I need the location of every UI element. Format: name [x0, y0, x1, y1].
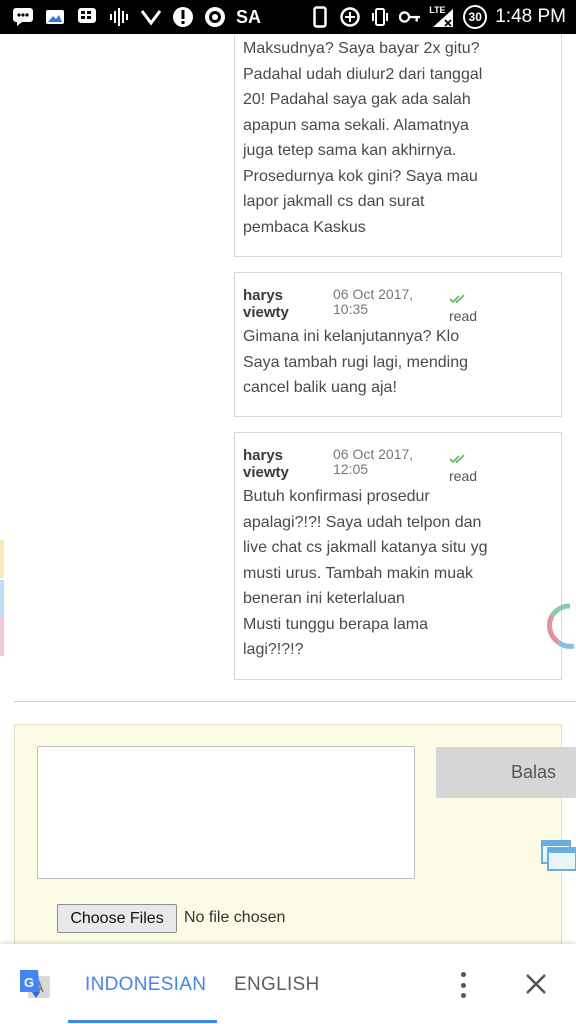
- message-line: apalagi?!?! Saya udah telpon dan: [243, 513, 482, 531]
- clock: 1:48 PM: [495, 6, 566, 27]
- data-saver-icon: [339, 6, 361, 28]
- message-line: apapun sama sekali. Alamatnya: [243, 116, 469, 134]
- message-line: Musti tunggu berapa lama: [243, 615, 428, 633]
- author-name-line: harys: [243, 287, 284, 304]
- message-timestamp: 06 Oct 2017, 10:35: [333, 287, 449, 317]
- read-label: read: [449, 308, 478, 324]
- close-icon[interactable]: [524, 972, 548, 1000]
- bbm-icon: [76, 6, 98, 28]
- message-card: harys viewty 06 Oct 2017, 10:35 read Gim…: [234, 272, 562, 417]
- chat-bubble-icon: [12, 6, 34, 28]
- timestamp-line: 12:05: [333, 461, 369, 477]
- translate-bar: G INDONESIAN ENGLISH: [0, 944, 576, 1024]
- message-line: Butuh konfirmasi prosedur: [243, 488, 430, 505]
- chevron-down-icon: [140, 6, 162, 28]
- choose-files-button[interactable]: Choose Files: [57, 904, 177, 933]
- reply-textarea[interactable]: [37, 746, 415, 879]
- timestamp-line: 06 Oct 2017,: [333, 446, 414, 462]
- message-line: pembaca Kaskus: [243, 218, 366, 236]
- phone-outline-icon: [309, 6, 331, 28]
- message-line: 20! Padahal saya gak ada salah: [243, 91, 471, 108]
- message-line: Saya tambah rugi lagi, mending: [243, 353, 469, 371]
- edge-bar-yellow: [0, 540, 4, 578]
- message-timestamp: 06 Oct 2017, 12:05: [333, 447, 449, 477]
- key-icon: [399, 6, 421, 28]
- message-body: Gimana ini kelanjutannya? Klo Saya tamba…: [243, 324, 553, 401]
- vibrate-wave-icon: [108, 6, 130, 28]
- signal-icon: LTE: [429, 6, 455, 28]
- message-header: harys viewty 06 Oct 2017, 12:05 read: [243, 433, 553, 484]
- double-check-icon: [449, 289, 467, 308]
- reply-button[interactable]: Balas: [436, 747, 576, 798]
- file-status: No file chosen: [184, 909, 286, 926]
- author-name-line: viewty: [243, 304, 289, 321]
- tab-target-language[interactable]: ENGLISH: [234, 974, 320, 996]
- gallery-icon: [44, 6, 66, 28]
- vpn-icon: [204, 6, 226, 28]
- divider: [14, 701, 576, 702]
- message-author[interactable]: harys viewty: [243, 447, 333, 481]
- svg-text:G: G: [24, 975, 34, 990]
- message-line: live chat cs jakmall katanya situ yg: [243, 539, 488, 556]
- message-line: Prosedurnya kok gini? Saya mau: [243, 167, 478, 185]
- message-card: harys viewty 06 Oct 2017, 12:05 read But…: [234, 432, 562, 680]
- google-translate-icon[interactable]: G: [18, 968, 52, 1006]
- message-body: Maksudnya? Saya bayar 2x gitu? Padahal u…: [243, 36, 553, 240]
- message-body: Butuh konfirmasi prosedur apalagi?!?! Sa…: [243, 484, 553, 663]
- message-line: cancel balik uang aja!: [243, 379, 397, 396]
- edge-bar-pink: [0, 618, 4, 656]
- message-line: musti urus. Tambah makin muak: [243, 564, 474, 582]
- read-label: read: [449, 468, 478, 484]
- alert-icon: [172, 6, 194, 28]
- message-line: lagi?!?!?: [243, 641, 304, 658]
- message-line: lapor jakmall cs dan surat: [243, 193, 425, 210]
- active-tab-indicator: [68, 1020, 217, 1023]
- message-line: Gimana ini kelanjutannya? Klo: [243, 328, 460, 345]
- notification-badge: 30: [463, 5, 488, 29]
- loading-spinner-icon: [544, 600, 576, 652]
- window-icon[interactable]: [541, 840, 576, 876]
- message-author[interactable]: harys viewty: [243, 287, 333, 321]
- conversation-view: Maksudnya? Saya bayar 2x gitu? Padahal u…: [0, 34, 576, 944]
- carrier-label: SA: [236, 6, 262, 27]
- tab-source-language[interactable]: INDONESIAN: [85, 974, 206, 996]
- message-header: harys viewty 06 Oct 2017, 10:35 read: [243, 273, 553, 324]
- vibrate-icon: [369, 6, 391, 28]
- message-line: beneran ini keterlaluan: [243, 590, 405, 607]
- author-name-line: harys: [243, 447, 284, 464]
- timestamp-line: 10:35: [333, 301, 369, 317]
- edge-bar-blue: [0, 580, 4, 618]
- message-line: Maksudnya? Saya bayar 2x gitu?: [243, 40, 480, 57]
- more-options-icon[interactable]: [452, 972, 474, 998]
- status-bar: SA LTE 30 1:48 PM: [0, 0, 576, 34]
- author-name-line: viewty: [243, 464, 289, 481]
- double-check-icon: [449, 449, 467, 468]
- message-line: Padahal udah diulur2 dari tanggal: [243, 65, 483, 83]
- timestamp-line: 06 Oct 2017,: [333, 286, 414, 302]
- read-status: read: [449, 289, 477, 324]
- reply-button-label: Balas: [510, 762, 556, 782]
- message-line: juga tetep sama kan akhirnya.: [243, 142, 457, 159]
- message-card: Maksudnya? Saya bayar 2x gitu? Padahal u…: [234, 34, 562, 257]
- read-status: read: [449, 449, 477, 484]
